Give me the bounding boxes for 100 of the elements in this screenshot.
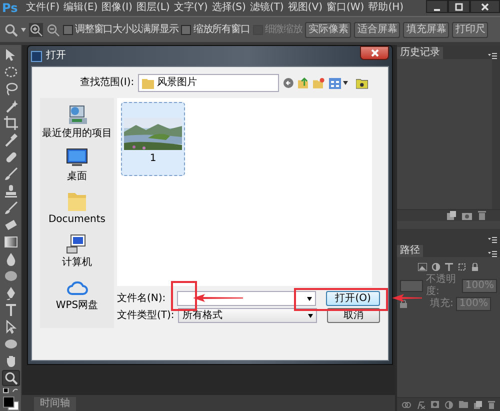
crop-filter-icon[interactable] (458, 263, 466, 271)
lock-icon[interactable] (400, 300, 407, 308)
field-label: 不透明度: (426, 274, 457, 298)
zoom-icon[interactable] (4, 371, 18, 386)
toolbar-button[interactable]: 实际像素 (305, 22, 352, 38)
zoom-out-icon[interactable] (46, 22, 60, 36)
gradient-icon[interactable] (4, 235, 18, 250)
brush-icon[interactable] (4, 201, 18, 216)
new-folder-icon[interactable] (312, 77, 325, 89)
scrollbar[interactable] (492, 59, 500, 209)
stamp-icon[interactable] (4, 184, 18, 198)
swap-colors-icon[interactable] (2, 388, 18, 394)
close-button[interactable] (360, 46, 389, 60)
new-layer-icon[interactable] (474, 400, 482, 408)
caret-icon[interactable] (21, 28, 26, 32)
type-tool-icon[interactable] (4, 303, 18, 318)
effects-icon[interactable] (417, 400, 425, 408)
zoom-in-icon[interactable] (29, 22, 43, 36)
file-name-field[interactable] (176, 291, 316, 306)
checkbox[interactable] (181, 24, 192, 34)
folder-icon (66, 190, 88, 212)
wand-icon[interactable] (4, 99, 18, 114)
camera-icon[interactable] (462, 212, 472, 220)
menu-item[interactable]: 帮助(H) (366, 2, 406, 14)
field-label: 文件名(N): (117, 292, 167, 304)
mask-icon[interactable] (431, 401, 439, 408)
menu-item[interactable]: 滤镜(T) (248, 2, 286, 14)
checkbox[interactable] (63, 24, 73, 34)
caret-icon (308, 314, 313, 318)
sponge-icon[interactable] (4, 269, 18, 284)
recent-items-icon (66, 104, 88, 126)
file-name: 1 (150, 153, 156, 165)
grid-view-icon (328, 78, 341, 88)
places-item[interactable]: 计算机 (62, 231, 92, 271)
annotation-frame (170, 281, 197, 311)
menu-item[interactable]: 选择(S) (210, 2, 248, 14)
brush-icon[interactable] (4, 167, 18, 182)
folder-icon[interactable] (356, 78, 368, 88)
maximize-icon (455, 2, 463, 10)
link-icon[interactable] (402, 402, 411, 408)
places-item[interactable]: WPS网盘 (56, 274, 98, 314)
panel-tab[interactable]: 路径 (397, 245, 423, 257)
panel-menu-icon[interactable] (488, 53, 497, 59)
arrow-cursor-icon[interactable] (4, 320, 18, 334)
type-filter-icon[interactable] (445, 263, 453, 271)
maximize-button[interactable] (448, 0, 470, 13)
dashed-ellipse-icon[interactable] (4, 65, 18, 80)
menu-item[interactable]: 图像(I) (100, 2, 134, 14)
annotation-arrow (392, 294, 422, 302)
dialog-title: 打开 (46, 50, 66, 62)
toolbar-button[interactable]: 打印尺 (452, 22, 488, 38)
eyedropper-icon[interactable] (4, 133, 18, 148)
menu-item[interactable]: 文件(F) (24, 2, 62, 14)
close-button[interactable] (470, 0, 500, 13)
monitor-icon (66, 147, 88, 169)
places-item[interactable]: 桌面 (66, 145, 88, 185)
field-label: 文件类型(T): (117, 310, 174, 322)
panel-menu-icon[interactable] (488, 237, 497, 243)
trash-icon[interactable] (478, 211, 486, 220)
app-icon (31, 50, 42, 62)
menu-item[interactable]: 文字(Y) (172, 2, 210, 14)
caret-icon (307, 296, 312, 300)
panel-menu-icon[interactable] (488, 251, 497, 257)
new-document-icon[interactable] (447, 211, 456, 220)
look-in-dropdown[interactable]: 风景图片 (138, 74, 280, 92)
close-icon (370, 49, 378, 57)
file-item[interactable]: 1 (121, 102, 185, 176)
crop-icon[interactable] (4, 116, 18, 130)
annotation-arrow (192, 294, 243, 302)
ellipse-icon[interactable] (4, 336, 18, 351)
circle-filter-icon[interactable] (432, 263, 440, 271)
places-item[interactable]: 最近使用的项目 (42, 102, 112, 142)
image-filter-icon[interactable] (418, 263, 427, 271)
view-menu-button[interactable] (328, 78, 348, 88)
panel-tab[interactable]: 时间轴 (34, 397, 76, 411)
panel-tab[interactable]: 历史记录 (397, 47, 443, 59)
folder-up-icon[interactable] (298, 77, 309, 89)
menu-item[interactable]: 视图(V) (286, 2, 324, 14)
minimize-icon (434, 8, 440, 10)
trash-icon[interactable] (488, 400, 495, 408)
adjustment-icon[interactable] (445, 400, 453, 408)
folder-icon (142, 78, 154, 88)
lock-filter-icon[interactable] (471, 263, 479, 271)
color-swatches-icon[interactable] (2, 396, 20, 411)
menu-item[interactable]: 窗口(W) (324, 2, 366, 14)
lasso-icon[interactable] (4, 82, 18, 96)
menu-item[interactable]: 编辑(E) (62, 2, 100, 14)
checkbox-label: 调整窗口大小以满屏显示 (75, 24, 178, 36)
menu-item[interactable]: 图层(L) (134, 2, 172, 14)
zoom-icon[interactable] (4, 22, 18, 36)
places-item[interactable]: Documents (48, 188, 106, 228)
field-label: 查找范围(I): (80, 77, 134, 89)
back-icon[interactable] (283, 77, 294, 89)
close-icon (481, 2, 489, 10)
minimize-button[interactable] (426, 0, 448, 13)
move-icon[interactable] (4, 48, 18, 62)
toolbar-button[interactable]: 适合屏幕 (354, 22, 400, 38)
checkbox-label: 缩放所有窗口 (193, 24, 250, 36)
dialog-button[interactable]: 打开(O) (326, 291, 380, 306)
toolbar-button[interactable]: 填充屏幕 (403, 22, 450, 38)
